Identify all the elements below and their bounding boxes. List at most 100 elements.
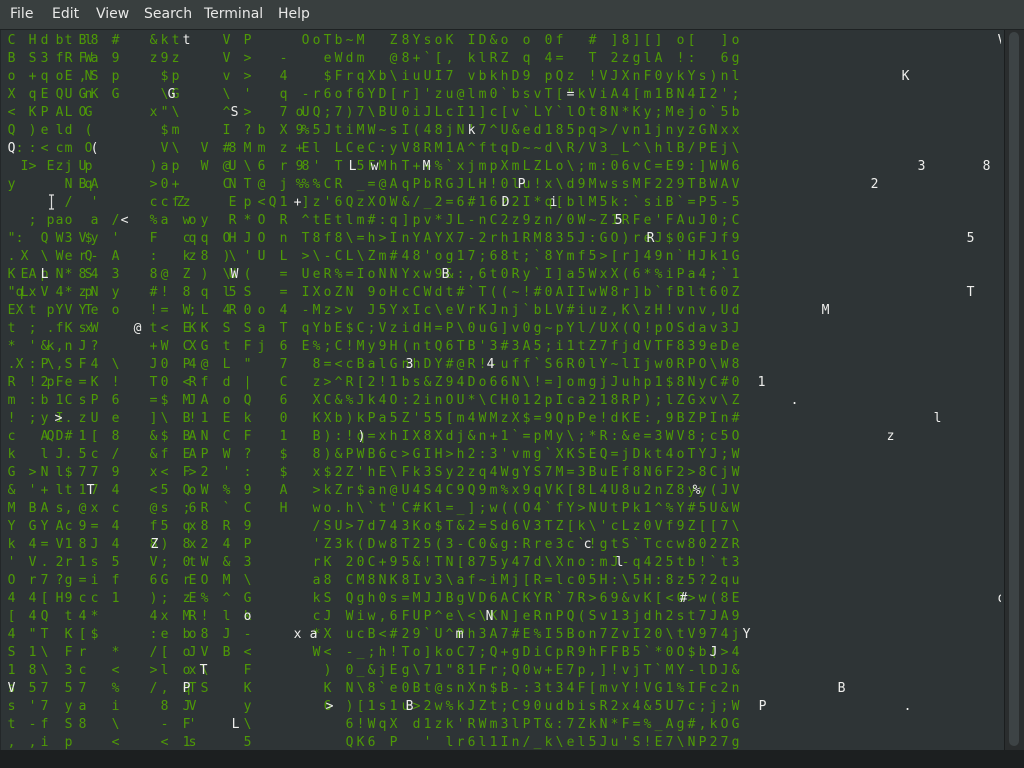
terminal-row: / ' c c f Zz Ep < Q 1] z ' 6 Qz X O W & / _ 2 = 6 #1 6 z 2 I * q[b l M 5… [1,194,1001,212]
terminal-glyph: $ [64,465,73,480]
terminal-glyph: 9 [522,213,531,228]
terminal-glyph: 1 [467,105,476,120]
menu-terminal[interactable]: Terminal [203,0,264,29]
terminal-glyph: Y [312,321,321,336]
terminal-glyph: T [323,33,332,48]
terminal-glyph: o [676,447,685,462]
terminal-glyph: q [500,141,509,156]
terminal-glyph: 0 [544,285,553,300]
terminal-glyph: m [478,159,487,174]
terminal-glyph: L [456,213,465,228]
menu-search[interactable]: Search [143,0,193,29]
terminal-glyph: 4 [533,501,542,516]
terminal-glyph: 0 [654,69,663,84]
terminal-glyph: % [301,123,310,138]
menu-edit[interactable]: Edit [51,0,80,29]
terminal-glyph: E [323,213,332,228]
terminal-glyph: r [632,231,641,246]
terminal-glyph: Z [323,537,332,552]
terminal-glyph: y [40,411,49,426]
terminal-glyph: ' [389,501,398,516]
terminal-glyph: 0 [401,105,410,120]
terminal-glyph: > [243,105,252,120]
terminal-glyph: K [243,681,252,696]
terminal-glyph: U [301,267,310,282]
terminal-glyph: S [28,51,37,66]
terminal-glyph: ; [709,267,718,282]
terminal-glyph: E [632,411,641,426]
terminal-glyph: V [731,483,740,498]
terminal-glyph: ` [676,195,685,210]
terminal-glyph: 0 [243,303,252,318]
terminal-glyph: 9 [243,519,252,534]
menu-file[interactable]: File [9,0,34,29]
terminal-glyph: i [412,105,421,120]
terminal-glyph: q [533,483,542,498]
terminal-glyph: ` [720,267,729,282]
terminal-glyph: : [522,681,531,696]
terminal-glyph: " [160,105,169,120]
terminal-glyph: R [188,375,197,390]
terminal-view[interactable]: C Hd b t Bl 8 # & k t V P Oo Tb ~ M Z 8 Ys o K I D & o o 0 f #] 8][] o… [0,30,1004,750]
terminal-glyph: \ [222,87,231,102]
terminal-glyph: p [566,411,575,426]
terminal-glyph: / [111,447,120,462]
terminal-glyph: s [423,33,432,48]
terminal-glyph: 5 [111,555,120,570]
terminal-glyph: p [577,123,586,138]
terminal-scrollbar[interactable] [1004,30,1024,750]
terminal-glyph: A [665,717,674,732]
terminal-glyph: I [555,393,564,408]
terminal-glyph: U [599,321,608,336]
terminal-glyph: % [676,681,685,696]
terminal-glyph: $ [160,123,169,138]
terminal-row: ; p a o a /% a w o y R * O R ^ t Et l m #: q] p v * J L - n C 2 z 9 z n/0… [1,212,1001,230]
terminal-glyph: 7 [522,555,531,570]
terminal-glyph: g [64,573,73,588]
terminal-glyph: G [687,393,696,408]
terminal-glyph: X [555,555,564,570]
terminal-glyph: \ [356,249,365,264]
terminal-glyph: 2 [412,393,421,408]
terminal-glyph: d [412,321,421,336]
terminal-glyph: z [643,303,652,318]
terminal-glyph: = [566,465,575,480]
terminal-row: ' V. 2 r 1 s 5 V; 0 t W & 3 r K 2 0 C +9 5 &! T N[8 7 5 y 4 7 d \ Xn o:… [1,554,1001,572]
terminal-row: Xq E Q U Gn K G \ G \ ' q - r 6 o f 6 Y D[r] ' z u @ l m 0 ` b s v T[" k… [1,86,1001,104]
terminal-glyph: V [643,339,652,354]
terminal-glyph: D [720,339,729,354]
terminal-glyph: * [467,393,476,408]
terminal-glyph: W [312,645,321,660]
terminal-glyph: 9 [731,231,740,246]
scrollbar-thumb[interactable] [1009,32,1019,746]
terminal-glyph: ! [111,375,120,390]
terminal-glyph: J [731,321,740,336]
terminal-glyph: c [423,303,432,318]
terminal-glyph: l [434,501,443,516]
terminal-glyph: B [665,87,674,102]
terminal-glyph: k [445,717,454,732]
menu-help[interactable]: Help [277,0,311,29]
terminal-glyph: 4 [378,393,387,408]
terminal-glyph: J [709,447,718,462]
terminal-glyph: e [522,609,531,624]
terminal-glyph: A [489,627,498,642]
terminal-glyph: - [456,537,465,552]
terminal-glyph: 0 [160,357,169,372]
terminal-glyph-highlight: L [231,717,240,732]
terminal-glyph: x [401,303,410,318]
terminal-glyph: [ [687,33,696,48]
terminal-glyph: E [188,591,197,606]
terminal-glyph: R [345,375,354,390]
terminal-glyph: m [588,159,597,174]
terminal-glyph: ` [533,357,542,372]
terminal-glyph: 1 [720,249,729,264]
terminal-glyph: b [257,123,266,138]
terminal-glyph: q [720,573,729,588]
terminal-glyph: 3 [111,267,120,282]
menu-view[interactable]: View [95,0,130,29]
terminal-glyph-highlight: 3 [917,159,926,174]
terminal-glyph: # [389,627,398,642]
terminal-glyph: i [555,339,564,354]
terminal-glyph: ? [90,339,99,354]
